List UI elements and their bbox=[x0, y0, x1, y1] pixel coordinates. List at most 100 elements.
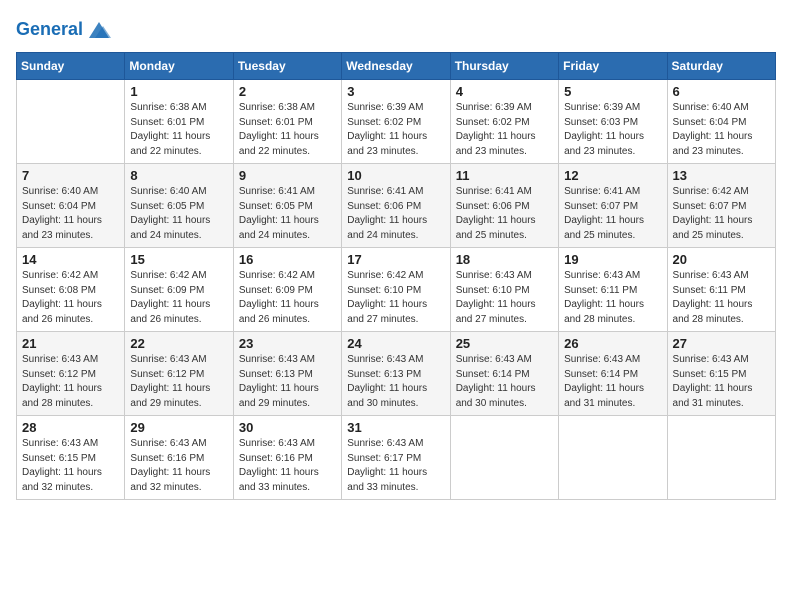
calendar-cell: 30 Sunrise: 6:43 AM Sunset: 6:16 PM Dayli… bbox=[233, 416, 341, 500]
day-number: 24 bbox=[347, 336, 444, 351]
calendar-cell: 13Sunrise: 6:42 AM Sunset: 6:07 PM Dayli… bbox=[667, 164, 775, 248]
calendar-cell: 8 Sunrise: 6:40 AM Sunset: 6:05 PM Daylig… bbox=[125, 164, 233, 248]
day-info: Sunrise: 6:43 AM Sunset: 6:11 PM Dayligh… bbox=[564, 269, 661, 327]
calendar-cell: 15 Sunrise: 6:42 AM Sunset: 6:09 PM Dayli… bbox=[125, 248, 233, 332]
calendar-cell: 19 Sunrise: 6:43 AM Sunset: 6:11 PM Dayli… bbox=[559, 248, 667, 332]
day-number: 1 bbox=[130, 84, 227, 99]
day-number: 29 bbox=[130, 420, 227, 435]
day-info: Sunrise: 6:42 AM Sunset: 6:09 PM Dayligh… bbox=[239, 269, 336, 327]
day-info: Sunrise: 6:42 AM Sunset: 6:09 PM Dayligh… bbox=[130, 269, 227, 327]
day-info: Sunrise: 6:38 AM Sunset: 6:01 PM Dayligh… bbox=[130, 101, 227, 159]
calendar-cell: 26 Sunrise: 6:43 AM Sunset: 6:14 PM Dayli… bbox=[559, 332, 667, 416]
day-number: 2 bbox=[239, 84, 336, 99]
day-number: 17 bbox=[347, 252, 444, 267]
calendar-cell: 18 Sunrise: 6:43 AM Sunset: 6:10 PM Dayli… bbox=[450, 248, 558, 332]
logo-text: General bbox=[16, 20, 83, 40]
day-number: 16 bbox=[239, 252, 336, 267]
header: General bbox=[16, 16, 776, 40]
day-number: 20 bbox=[673, 252, 770, 267]
calendar-cell: 27 Sunrise: 6:43 AM Sunset: 6:15 PM Dayli… bbox=[667, 332, 775, 416]
day-number: 8 bbox=[130, 168, 227, 183]
calendar-cell: 20 Sunrise: 6:43 AM Sunset: 6:11 PM Dayli… bbox=[667, 248, 775, 332]
calendar-cell: 24Sunrise: 6:43 AM Sunset: 6:13 PM Dayli… bbox=[342, 332, 450, 416]
calendar-cell: 7Sunrise: 6:40 AM Sunset: 6:04 PM Daylig… bbox=[17, 164, 125, 248]
calendar-cell: 12Sunrise: 6:41 AM Sunset: 6:07 PM Dayli… bbox=[559, 164, 667, 248]
logo-icon bbox=[85, 16, 113, 44]
weekday-header-wednesday: Wednesday bbox=[342, 53, 450, 80]
weekday-header-thursday: Thursday bbox=[450, 53, 558, 80]
calendar-cell: 4Sunrise: 6:39 AM Sunset: 6:02 PM Daylig… bbox=[450, 80, 558, 164]
day-number: 3 bbox=[347, 84, 444, 99]
day-number: 21 bbox=[22, 336, 119, 351]
day-info: Sunrise: 6:43 AM Sunset: 6:15 PM Dayligh… bbox=[22, 437, 119, 495]
day-number: 6 bbox=[673, 84, 770, 99]
day-info: Sunrise: 6:42 AM Sunset: 6:10 PM Dayligh… bbox=[347, 269, 444, 327]
weekday-header-tuesday: Tuesday bbox=[233, 53, 341, 80]
weekday-header-monday: Monday bbox=[125, 53, 233, 80]
calendar-cell: 28Sunrise: 6:43 AM Sunset: 6:15 PM Dayli… bbox=[17, 416, 125, 500]
day-info: Sunrise: 6:40 AM Sunset: 6:05 PM Dayligh… bbox=[130, 185, 227, 243]
day-number: 22 bbox=[130, 336, 227, 351]
calendar-cell bbox=[17, 80, 125, 164]
day-info: Sunrise: 6:41 AM Sunset: 6:07 PM Dayligh… bbox=[564, 185, 661, 243]
calendar-cell: 22Sunrise: 6:43 AM Sunset: 6:12 PM Dayli… bbox=[125, 332, 233, 416]
day-number: 11 bbox=[456, 168, 553, 183]
calendar-cell: 6 Sunrise: 6:40 AM Sunset: 6:04 PM Daylig… bbox=[667, 80, 775, 164]
day-info: Sunrise: 6:40 AM Sunset: 6:04 PM Dayligh… bbox=[673, 101, 770, 159]
calendar-cell: 16 Sunrise: 6:42 AM Sunset: 6:09 PM Dayli… bbox=[233, 248, 341, 332]
day-info: Sunrise: 6:43 AM Sunset: 6:14 PM Dayligh… bbox=[456, 353, 553, 411]
day-info: Sunrise: 6:43 AM Sunset: 6:13 PM Dayligh… bbox=[239, 353, 336, 411]
day-number: 27 bbox=[673, 336, 770, 351]
calendar-cell: 29Sunrise: 6:43 AM Sunset: 6:16 PM Dayli… bbox=[125, 416, 233, 500]
day-info: Sunrise: 6:43 AM Sunset: 6:10 PM Dayligh… bbox=[456, 269, 553, 327]
day-number: 31 bbox=[347, 420, 444, 435]
day-number: 19 bbox=[564, 252, 661, 267]
week-row-0: 1 Sunrise: 6:38 AM Sunset: 6:01 PM Daylig… bbox=[17, 80, 776, 164]
calendar-cell: 14 Sunrise: 6:42 AM Sunset: 6:08 PM Dayli… bbox=[17, 248, 125, 332]
weekday-header-sunday: Sunday bbox=[17, 53, 125, 80]
day-info: Sunrise: 6:42 AM Sunset: 6:08 PM Dayligh… bbox=[22, 269, 119, 327]
day-info: Sunrise: 6:43 AM Sunset: 6:14 PM Dayligh… bbox=[564, 353, 661, 411]
day-info: Sunrise: 6:41 AM Sunset: 6:06 PM Dayligh… bbox=[456, 185, 553, 243]
day-number: 18 bbox=[456, 252, 553, 267]
weekday-header-friday: Friday bbox=[559, 53, 667, 80]
day-info: Sunrise: 6:43 AM Sunset: 6:12 PM Dayligh… bbox=[22, 353, 119, 411]
day-number: 9 bbox=[239, 168, 336, 183]
day-number: 7 bbox=[22, 168, 119, 183]
calendar-table: SundayMondayTuesdayWednesdayThursdayFrid… bbox=[16, 52, 776, 500]
calendar-cell: 23Sunrise: 6:43 AM Sunset: 6:13 PM Dayli… bbox=[233, 332, 341, 416]
day-number: 10 bbox=[347, 168, 444, 183]
weekday-header-saturday: Saturday bbox=[667, 53, 775, 80]
day-number: 30 bbox=[239, 420, 336, 435]
day-info: Sunrise: 6:43 AM Sunset: 6:11 PM Dayligh… bbox=[673, 269, 770, 327]
main-container: General SundayMondayTuesdayWednesdayThur… bbox=[0, 0, 792, 510]
calendar-cell: 21 Sunrise: 6:43 AM Sunset: 6:12 PM Dayli… bbox=[17, 332, 125, 416]
week-row-2: 14 Sunrise: 6:42 AM Sunset: 6:08 PM Dayli… bbox=[17, 248, 776, 332]
day-info: Sunrise: 6:39 AM Sunset: 6:02 PM Dayligh… bbox=[456, 101, 553, 159]
calendar-cell bbox=[667, 416, 775, 500]
calendar-cell: 9 Sunrise: 6:41 AM Sunset: 6:05 PM Daylig… bbox=[233, 164, 341, 248]
calendar-cell: 10 Sunrise: 6:41 AM Sunset: 6:06 PM Dayli… bbox=[342, 164, 450, 248]
logo: General bbox=[16, 16, 113, 40]
calendar-cell: 31Sunrise: 6:43 AM Sunset: 6:17 PM Dayli… bbox=[342, 416, 450, 500]
day-number: 5 bbox=[564, 84, 661, 99]
calendar-cell: 5Sunrise: 6:39 AM Sunset: 6:03 PM Daylig… bbox=[559, 80, 667, 164]
day-info: Sunrise: 6:43 AM Sunset: 6:15 PM Dayligh… bbox=[673, 353, 770, 411]
calendar-cell: 1 Sunrise: 6:38 AM Sunset: 6:01 PM Daylig… bbox=[125, 80, 233, 164]
day-number: 13 bbox=[673, 168, 770, 183]
calendar-cell: 2Sunrise: 6:38 AM Sunset: 6:01 PM Daylig… bbox=[233, 80, 341, 164]
calendar-cell: 17 Sunrise: 6:42 AM Sunset: 6:10 PM Dayli… bbox=[342, 248, 450, 332]
calendar-cell bbox=[559, 416, 667, 500]
day-number: 25 bbox=[456, 336, 553, 351]
day-number: 15 bbox=[130, 252, 227, 267]
day-info: Sunrise: 6:39 AM Sunset: 6:02 PM Dayligh… bbox=[347, 101, 444, 159]
day-info: Sunrise: 6:41 AM Sunset: 6:05 PM Dayligh… bbox=[239, 185, 336, 243]
weekday-header-row: SundayMondayTuesdayWednesdayThursdayFrid… bbox=[17, 53, 776, 80]
calendar-cell: 25 Sunrise: 6:43 AM Sunset: 6:14 PM Dayli… bbox=[450, 332, 558, 416]
day-info: Sunrise: 6:43 AM Sunset: 6:16 PM Dayligh… bbox=[239, 437, 336, 495]
calendar-body: 1 Sunrise: 6:38 AM Sunset: 6:01 PM Daylig… bbox=[17, 80, 776, 500]
week-row-4: 28Sunrise: 6:43 AM Sunset: 6:15 PM Dayli… bbox=[17, 416, 776, 500]
day-number: 26 bbox=[564, 336, 661, 351]
day-number: 14 bbox=[22, 252, 119, 267]
day-info: Sunrise: 6:41 AM Sunset: 6:06 PM Dayligh… bbox=[347, 185, 444, 243]
